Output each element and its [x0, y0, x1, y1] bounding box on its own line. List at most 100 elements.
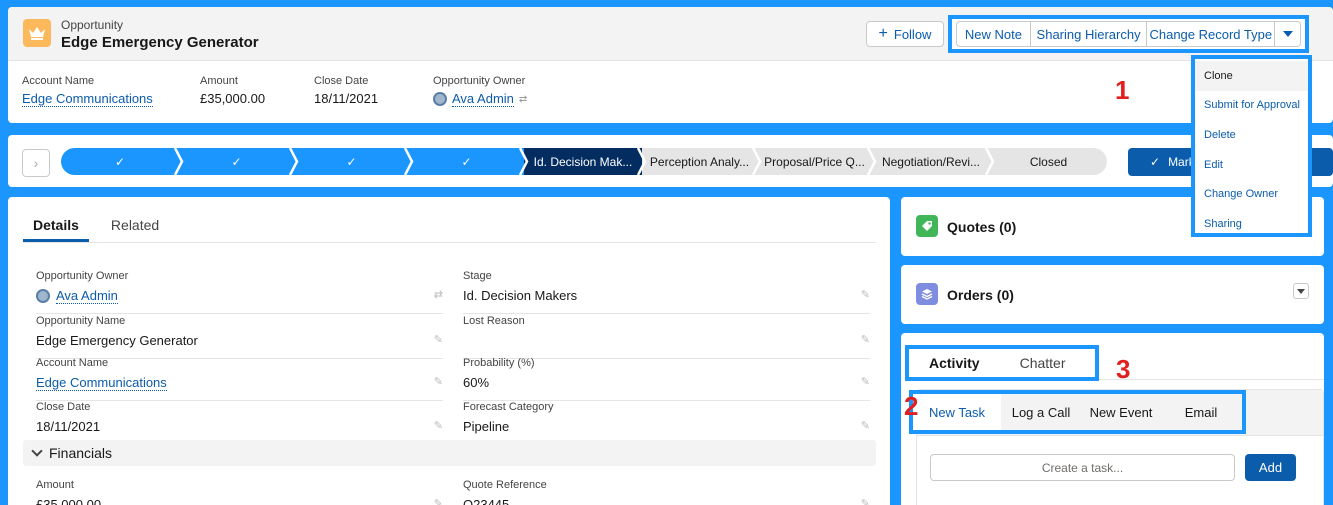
- stage-chevron-separator: [519, 148, 529, 175]
- check-icon: ✓: [461, 154, 472, 169]
- path-stage-9[interactable]: Closed: [990, 148, 1107, 175]
- header-bar: Opportunity Edge Emergency Generator + F…: [8, 7, 1333, 61]
- tab-new-task[interactable]: New Task: [913, 394, 1001, 430]
- pencil-icon[interactable]: ✎: [434, 419, 443, 432]
- menu-item-delete[interactable]: Delete: [1195, 120, 1308, 150]
- path-stage-4[interactable]: ✓: [409, 148, 524, 175]
- field-value: Pipeline: [463, 419, 510, 434]
- check-icon: ✓: [1150, 155, 1161, 169]
- orders-menu-button[interactable]: [1293, 283, 1309, 299]
- stage-chevron-separator: [404, 148, 414, 175]
- activity-tabs: Activity Chatter: [905, 345, 1099, 381]
- details-card: Details Related Opportunity Owner Ava Ad…: [8, 197, 890, 505]
- field-stage: Stage Id. Decision Makers ✎: [463, 270, 870, 314]
- record-title: Edge Emergency Generator: [61, 34, 259, 51]
- pencil-icon[interactable]: ✎: [861, 497, 870, 505]
- pencil-icon[interactable]: ✎: [861, 288, 870, 301]
- field-value: Q23445: [463, 497, 510, 505]
- orders-title[interactable]: Orders (0): [947, 287, 1014, 303]
- highlight-account: Account Name Edge Communications: [22, 75, 153, 107]
- field-close-date: Close Date 18/11/2021 ✎: [36, 401, 443, 445]
- path-stage-5[interactable]: Id. Decision Mak...: [524, 148, 642, 175]
- menu-item-submit-for-approval[interactable]: Submit for Approval: [1195, 91, 1308, 121]
- account-link[interactable]: Edge Communications: [22, 91, 153, 107]
- field-opportunity-name: Opportunity Name Edge Emergency Generato…: [36, 315, 443, 359]
- annotation-3: 3: [1116, 354, 1131, 384]
- sharing-hierarchy-button[interactable]: Sharing Hierarchy: [1030, 21, 1148, 47]
- path-stage-2[interactable]: ✓: [179, 148, 294, 175]
- stage-chevron-separator: [752, 148, 762, 175]
- path-stages: ✓ ✓ ✓ ✓ Id. Decision Mak... Perception Analy.…: [61, 148, 1107, 175]
- field-label: Amount: [36, 479, 74, 491]
- tab-related[interactable]: Related: [101, 213, 169, 242]
- highlight-label: Account Name: [22, 75, 95, 87]
- highlight-label: Amount: [200, 75, 238, 87]
- path-stage-3[interactable]: ✓: [294, 148, 409, 175]
- check-icon: ✓: [346, 154, 357, 169]
- pencil-icon[interactable]: ✎: [861, 333, 870, 346]
- stage-chevron-separator: [867, 148, 877, 175]
- field-value: 18/11/2021: [36, 419, 101, 434]
- check-icon: ✓: [114, 154, 126, 169]
- tab-email[interactable]: Email: [1161, 394, 1241, 430]
- owner-link[interactable]: Ava Admin: [56, 288, 118, 304]
- section-financials[interactable]: Financials: [23, 440, 876, 466]
- highlight-close-date: Close Date 18/11/2021: [314, 75, 378, 106]
- change-owner-icon[interactable]: ⇄: [519, 94, 527, 105]
- more-actions-menu: Clone Submit for Approval Delete Edit Ch…: [1191, 55, 1312, 237]
- field-label: Lost Reason: [463, 315, 525, 327]
- tab-log-a-call[interactable]: Log a Call: [1001, 394, 1081, 430]
- chevron-down-icon: [1282, 31, 1293, 37]
- change-record-type-button[interactable]: Change Record Type: [1147, 21, 1276, 47]
- field-label: Stage: [463, 270, 492, 282]
- pencil-icon[interactable]: ✎: [434, 497, 443, 505]
- record-header: Opportunity Edge Emergency Generator + F…: [8, 7, 1333, 123]
- check-icon: ✓: [231, 154, 242, 169]
- more-actions-button[interactable]: [1275, 21, 1301, 47]
- path-expand-button[interactable]: ›: [22, 149, 50, 177]
- tab-details[interactable]: Details: [23, 213, 89, 242]
- field-value: Id. Decision Makers: [463, 288, 578, 303]
- field-forecast-category: Forecast Category Pipeline ✎: [463, 401, 870, 445]
- stage-label: Closed: [1029, 154, 1068, 169]
- amount-value: £35,000.00: [200, 91, 266, 106]
- activity-card: Activity Chatter New Task Log a Call New…: [901, 333, 1324, 505]
- menu-item-change-owner[interactable]: Change Owner: [1195, 179, 1308, 209]
- menu-item-edit[interactable]: Edit: [1195, 150, 1308, 180]
- create-task-input[interactable]: Create a task...: [930, 454, 1235, 481]
- avatar: [433, 92, 447, 106]
- publisher-tabs: New Task Log a Call New Event Email: [909, 390, 1246, 434]
- field-label: Probability (%): [463, 357, 535, 369]
- pencil-icon[interactable]: ✎: [861, 419, 870, 432]
- menu-item-sharing[interactable]: Sharing: [1195, 209, 1308, 239]
- orders-card: Orders (0): [901, 265, 1324, 324]
- owner-link[interactable]: Ava Admin: [452, 91, 514, 107]
- add-task-button[interactable]: Add: [1245, 454, 1296, 481]
- field-label: Quote Reference: [463, 479, 547, 491]
- stage-chevron-separator: [289, 148, 299, 175]
- follow-button[interactable]: + Follow: [866, 21, 944, 47]
- account-link[interactable]: Edge Communications: [36, 375, 167, 391]
- pencil-icon[interactable]: ✎: [861, 375, 870, 388]
- new-note-button[interactable]: New Note: [956, 21, 1031, 47]
- tab-chatter[interactable]: Chatter: [1000, 355, 1086, 371]
- field-label: Opportunity Name: [36, 315, 126, 327]
- change-owner-icon[interactable]: ⇄: [434, 288, 443, 301]
- path-stage-8[interactable]: Negotiation/Revi...: [872, 148, 990, 175]
- annotation-1: 1: [1115, 75, 1130, 105]
- path-stage-7[interactable]: Proposal/Price Q...: [757, 148, 872, 175]
- menu-item-clone[interactable]: Clone: [1195, 61, 1308, 91]
- stage-label: Perception Analy...: [649, 154, 750, 169]
- path-stage-1[interactable]: ✓: [61, 148, 179, 175]
- path-stage-6[interactable]: Perception Analy...: [642, 148, 757, 175]
- highlight-label: Opportunity Owner: [433, 75, 526, 87]
- opportunity-crown-icon: [23, 19, 51, 47]
- quotes-title[interactable]: Quotes (0): [947, 219, 1016, 235]
- section-title: Financials: [49, 445, 113, 461]
- tab-new-event[interactable]: New Event: [1081, 394, 1161, 430]
- pencil-icon[interactable]: ✎: [434, 333, 443, 346]
- tab-activity[interactable]: Activity: [909, 355, 1000, 371]
- pencil-icon[interactable]: ✎: [434, 375, 443, 388]
- detail-tabs: Details Related: [23, 213, 876, 243]
- path-bar: › ✓ ✓ ✓ ✓ Id. Decision Mak... Perception Anal…: [8, 135, 1333, 187]
